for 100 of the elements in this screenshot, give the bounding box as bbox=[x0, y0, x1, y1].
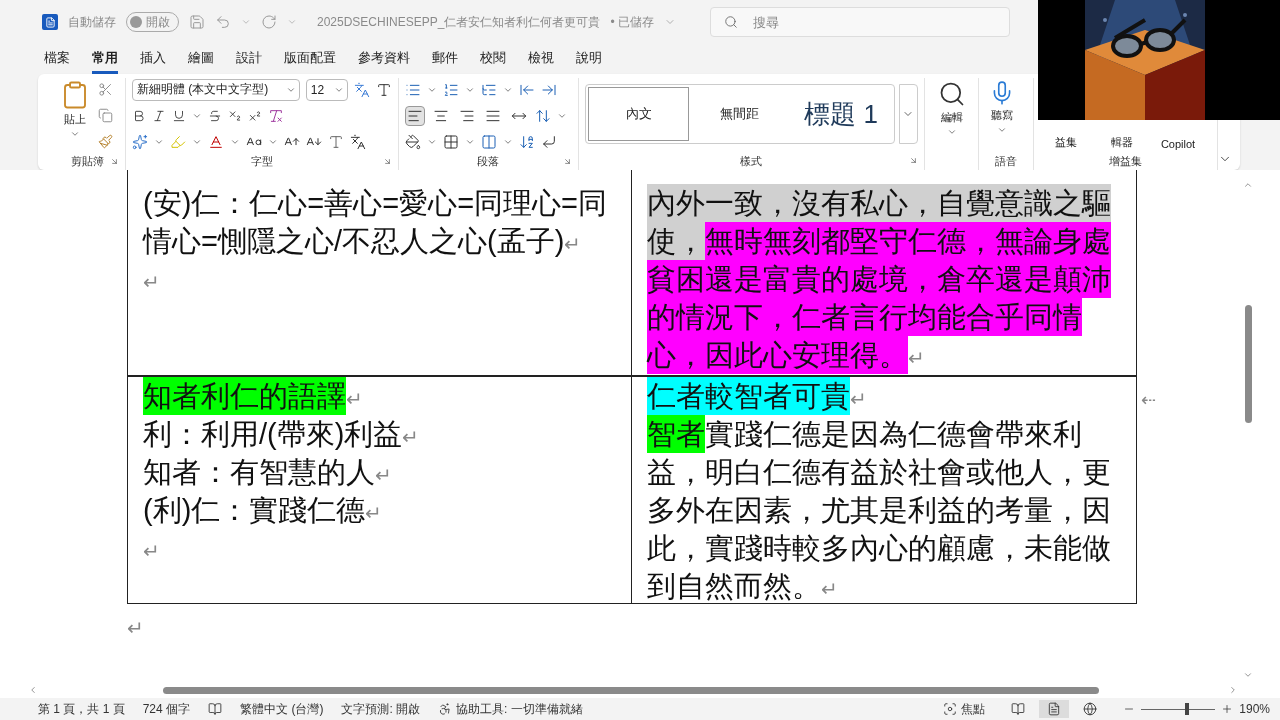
launcher-icon[interactable] bbox=[109, 157, 119, 166]
highlighted-text: 使， bbox=[647, 222, 705, 260]
strikethrough-icon[interactable] bbox=[207, 108, 222, 123]
body-text: 益，明白仁德有益於社會或他人，更 bbox=[647, 455, 1111, 490]
highlighted-text: 的情況下，仁者言行均能合乎同情 bbox=[647, 298, 1082, 336]
paragraph-mark: ↵ bbox=[402, 426, 420, 448]
clear-formatting-icon[interactable] bbox=[267, 107, 284, 124]
addin-button[interactable]: 輯器 bbox=[1096, 135, 1148, 150]
read-view-icon bbox=[1011, 702, 1026, 716]
save-icon[interactable] bbox=[189, 14, 205, 30]
font-name-select[interactable]: 新細明體 (本文中文字型) bbox=[131, 78, 300, 101]
web-view-icon bbox=[1083, 702, 1098, 716]
format-painter-icon[interactable] bbox=[98, 134, 113, 149]
paragraph-mark: ↵ bbox=[375, 464, 392, 486]
style-option[interactable]: 內文 bbox=[587, 87, 690, 141]
ribbon-tab[interactable]: 檔案 bbox=[44, 44, 70, 74]
scrollbar-thumb[interactable] bbox=[1244, 305, 1252, 423]
subscript-icon[interactable] bbox=[227, 108, 242, 123]
copy-icon[interactable] bbox=[98, 108, 113, 123]
paragraph-mark: ↵ bbox=[127, 616, 145, 640]
group-label: 字型 bbox=[250, 154, 273, 169]
scroll-up-icon[interactable] bbox=[1243, 180, 1253, 190]
focus-icon[interactable] bbox=[943, 702, 958, 716]
launcher-icon[interactable] bbox=[562, 157, 572, 166]
print-view-button[interactable] bbox=[1039, 700, 1070, 718]
line-spacing-icon[interactable] bbox=[534, 107, 551, 124]
zoom-slider-thumb[interactable] bbox=[1185, 703, 1190, 715]
body-text: 知者：有智慧的人 bbox=[143, 455, 375, 490]
page-count[interactable]: 第 1 頁，共 1 頁 bbox=[38, 700, 125, 718]
highlighted-text: 內外一致，沒有私心，自覺意識之驅 bbox=[647, 184, 1111, 222]
body-text: 實踐仁德是因為仁德會帶來利 bbox=[705, 417, 1082, 452]
paragraph-mark: ↵ bbox=[143, 271, 160, 293]
ribbon-tab[interactable]: 郵件 bbox=[432, 44, 458, 74]
redo-icon[interactable] bbox=[261, 14, 277, 30]
font-color-icon[interactable] bbox=[207, 133, 224, 150]
superscript-icon[interactable] bbox=[247, 108, 262, 123]
addin-button[interactable]: Copilot bbox=[1152, 138, 1204, 150]
search-field[interactable]: 搜尋 bbox=[709, 7, 1010, 37]
body-text: 此，實踐時較多內心的顧慮，未能做 bbox=[647, 531, 1111, 566]
ribbon-tab[interactable]: 版面配置 bbox=[284, 44, 336, 74]
italic-icon[interactable] bbox=[151, 108, 166, 123]
ribbon-tab[interactable]: 校閱 bbox=[480, 44, 506, 74]
show-marks-icon[interactable] bbox=[540, 133, 557, 150]
group-label: 增益集 bbox=[1109, 153, 1142, 169]
launcher-icon[interactable] bbox=[382, 157, 392, 166]
caret-icon bbox=[997, 125, 1008, 135]
group-label: 樣式 bbox=[740, 153, 763, 169]
underline-icon[interactable] bbox=[171, 108, 186, 123]
group-label: 語音 bbox=[995, 153, 1018, 169]
text-prediction-status[interactable]: 文字預測: 開啟 bbox=[341, 700, 421, 718]
paragraph-mark: ↵ bbox=[850, 388, 867, 410]
ribbon-tab[interactable]: 說明 bbox=[576, 44, 602, 74]
zoom-in-icon[interactable] bbox=[1221, 703, 1234, 715]
focus-mode[interactable]: 焦點 bbox=[961, 700, 986, 718]
ribbon-tab[interactable]: 繪圖 bbox=[188, 44, 214, 74]
row-end-mark: ⇠ bbox=[1141, 389, 1156, 412]
accessibility-status[interactable]: 協助工具: 一切準備就緒 bbox=[456, 700, 583, 718]
highlighted-text: 智者 bbox=[647, 415, 705, 453]
body-text: 到自然而然。 bbox=[647, 569, 821, 604]
autosave-label: 自動儲存 bbox=[68, 13, 116, 31]
scrollbar-thumb[interactable] bbox=[163, 686, 1099, 694]
scroll-left-icon[interactable] bbox=[28, 685, 38, 695]
ribbon-tab[interactable]: 參考資料 bbox=[358, 44, 410, 74]
print-view-icon bbox=[1047, 702, 1062, 716]
body-text: (安)仁：仁心=善心=愛心=同理心=同 bbox=[143, 186, 608, 221]
editing-button[interactable]: 編輯 bbox=[930, 78, 973, 139]
group-label: 段落 bbox=[477, 154, 500, 169]
font-size: 12 bbox=[310, 82, 325, 97]
scroll-down-icon[interactable] bbox=[1243, 670, 1253, 680]
caret-icon bbox=[70, 129, 80, 139]
dictate-button[interactable]: 聽寫 bbox=[985, 78, 1020, 152]
language-status[interactable]: 繁體中文 (台灣) bbox=[240, 700, 324, 718]
body-text: 情心=惻隱之心/不忍人之心(孟子) bbox=[143, 224, 565, 259]
sort-icon[interactable] bbox=[518, 133, 535, 150]
ribbon-tab[interactable]: 設計 bbox=[236, 44, 262, 74]
scroll-right-icon[interactable] bbox=[1228, 685, 1238, 695]
undo-icon[interactable] bbox=[215, 14, 231, 30]
launcher-icon[interactable] bbox=[908, 156, 918, 165]
ribbon-tab[interactable]: 插入 bbox=[140, 44, 166, 74]
highlighted-text: 知者利仁的語譯 bbox=[143, 377, 346, 415]
body-text: 利：利用/(帶來)利益 bbox=[143, 417, 403, 452]
cut-icon[interactable] bbox=[98, 82, 113, 97]
ribbon-tab[interactable]: 檢視 bbox=[528, 44, 554, 74]
body-text: (利)仁：實踐仁德 bbox=[143, 493, 366, 528]
zoom-level[interactable]: 190% bbox=[1239, 702, 1270, 716]
addin-button[interactable]: 益集 bbox=[1040, 135, 1092, 150]
font-name: 新細明體 (本文中文字型) bbox=[136, 81, 269, 98]
highlighted-text: 貧困還是富貴的處境，倉卒還是顛沛 bbox=[647, 260, 1111, 298]
paste-button[interactable]: 貼上 bbox=[56, 78, 94, 153]
word-count[interactable]: 724 個字 bbox=[142, 700, 191, 718]
accessibility-icon[interactable] bbox=[438, 702, 453, 716]
borders-icon[interactable] bbox=[442, 133, 459, 150]
word-logo-icon[interactable] bbox=[42, 14, 58, 30]
document-title: 2025DSECHINESEPP_仁者安仁知者利仁何者更可貴 bbox=[317, 13, 601, 31]
align-left-button[interactable] bbox=[404, 105, 425, 126]
numbering-icon[interactable] bbox=[442, 81, 459, 98]
shading-icon[interactable] bbox=[404, 133, 421, 150]
highlighted-text: 無時無刻都堅守仁德，無論身處 bbox=[705, 222, 1111, 260]
proofing-icon[interactable] bbox=[208, 702, 223, 716]
font-size-select[interactable]: 12 bbox=[305, 78, 348, 101]
